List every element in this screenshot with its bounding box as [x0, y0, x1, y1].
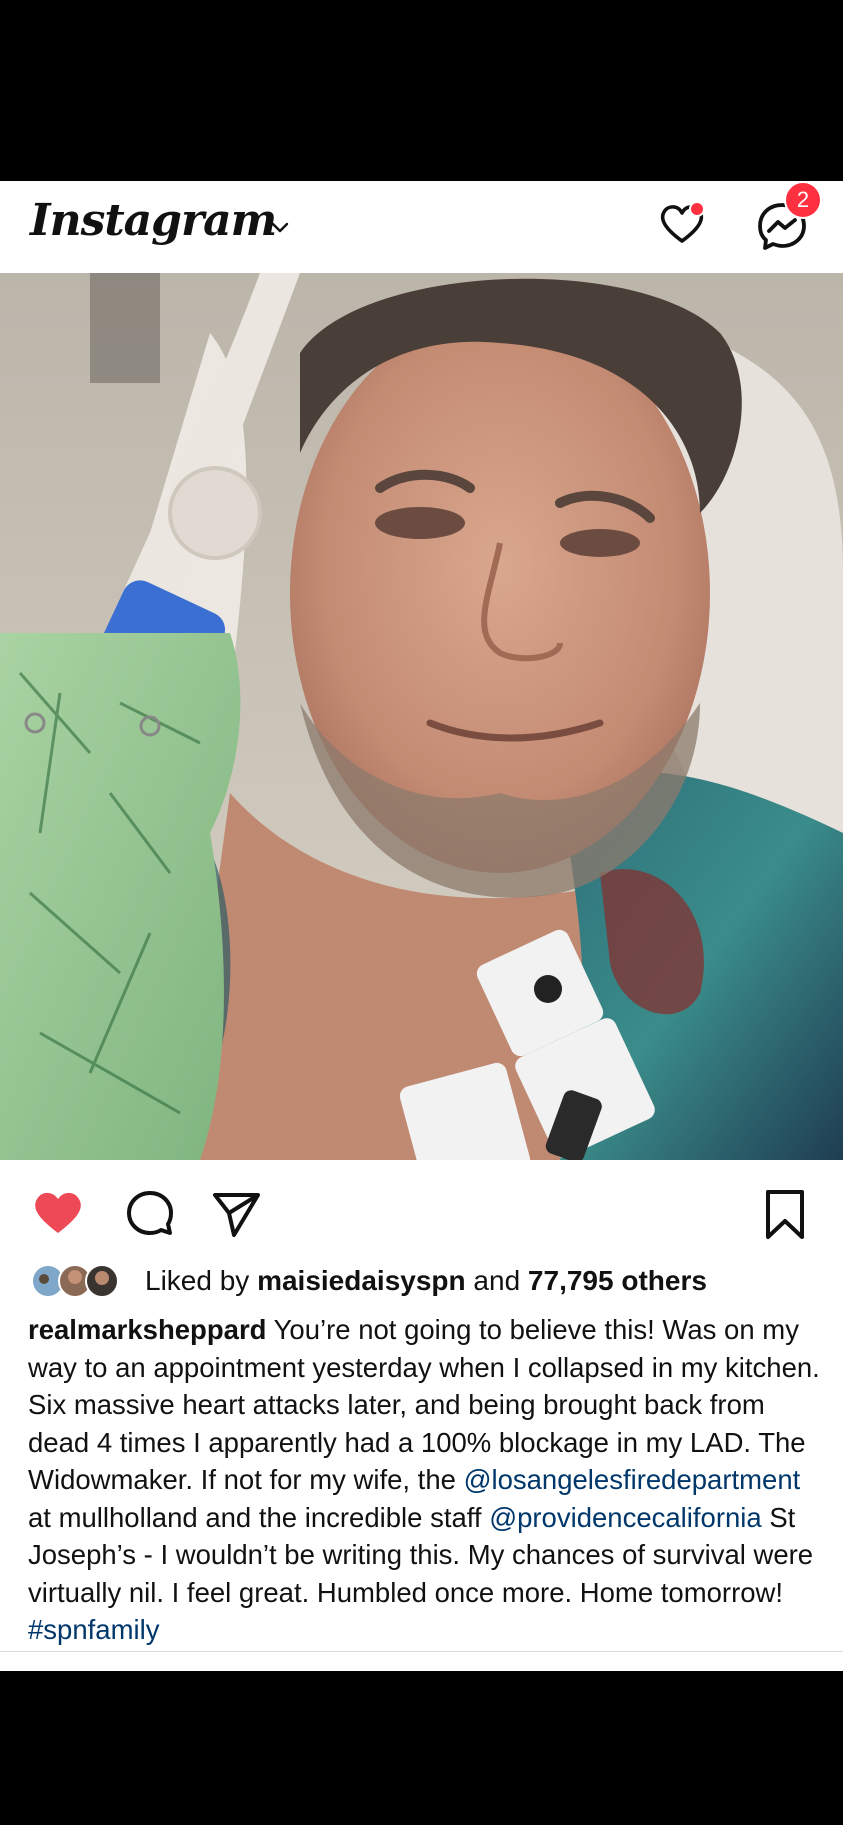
instagram-screen: Instagram 2 Liked by maisiedaisyspn and … [0, 181, 843, 1671]
post-caption: realmarksheppard You’re not going to bel… [28, 1311, 828, 1649]
comment-icon[interactable] [123, 1186, 177, 1240]
liked-by-text: Liked by maisiedaisyspn and 77,795 other… [145, 1265, 707, 1297]
liked-by-and: and [465, 1265, 528, 1296]
hashtag-link[interactable]: #spnfamily [28, 1614, 159, 1645]
save-bookmark-icon[interactable] [763, 1188, 807, 1242]
like-heart-icon[interactable] [30, 1187, 86, 1237]
liked-by-row[interactable]: Liked by maisiedaisyspn and 77,795 other… [30, 1259, 830, 1299]
app-header: Instagram 2 [0, 181, 843, 273]
instagram-logo[interactable]: Instagram [30, 195, 277, 246]
chevron-down-icon[interactable] [268, 215, 292, 239]
caption-username[interactable]: realmarksheppard [28, 1314, 266, 1345]
liked-by-username[interactable]: maisiedaisyspn [257, 1265, 466, 1296]
post-photo[interactable] [0, 273, 843, 1160]
likes-count[interactable]: 77,795 others [528, 1265, 707, 1296]
post-photo-image [0, 273, 843, 1160]
divider [0, 1651, 843, 1652]
liked-by-prefix: Liked by [145, 1265, 258, 1296]
mention-lafd[interactable]: @losangelesfiredepartment [464, 1464, 801, 1495]
mention-providence[interactable]: @providencecalifornia [489, 1502, 762, 1533]
share-icon[interactable] [210, 1189, 264, 1239]
message-count-badge: 2 [784, 181, 822, 219]
liker-avatars [31, 1264, 119, 1298]
heart-icon[interactable] [654, 195, 710, 251]
caption-text-2: at mullholland and the incredible staff [28, 1501, 490, 1533]
